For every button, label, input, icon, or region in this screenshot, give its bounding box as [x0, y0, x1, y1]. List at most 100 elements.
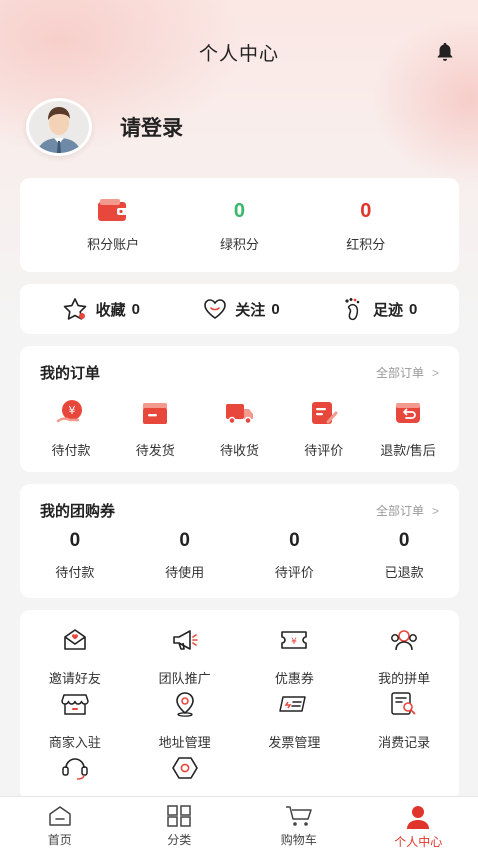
tab-cart-label: 购物车 — [280, 833, 317, 847]
order-pending-shipment[interactable]: 待发货 — [116, 398, 194, 459]
service-merchant-join[interactable]: 商家入驻 — [20, 690, 130, 754]
invoice-icon — [279, 690, 309, 718]
red-points-value: 0 — [360, 199, 372, 222]
coupon-pending-payment[interactable]: 0 待付款 — [20, 530, 130, 581]
cart-icon — [285, 806, 312, 826]
chevron-right-icon: > — [431, 365, 439, 380]
person-icon — [407, 806, 430, 829]
refund-icon — [394, 398, 422, 428]
service-invite-friends[interactable]: 邀请好友 — [20, 626, 130, 690]
tab-home-label: 首页 — [47, 833, 72, 847]
all-orders-link-label: 全部订单 — [375, 365, 424, 380]
tab-profile-label: 个人中心 — [394, 835, 443, 849]
tab-profile[interactable]: 个人中心 — [359, 797, 478, 850]
category-grid-icon — [167, 805, 191, 827]
order-pending-receipt-label: 待收货 — [219, 443, 259, 458]
service-coupons[interactable]: ¥ 优惠券 — [240, 626, 350, 690]
services-card: 邀请好友 团队推广 ¥ 优惠券 我的拼单 商家入驻 地址管理 发票管理 消费记录 — [20, 610, 459, 800]
my-group-coupons-title: 我的团购券 — [40, 502, 116, 520]
coupon-pending-review[interactable]: 0 待评价 — [240, 530, 350, 581]
order-status-row: ¥ 待付款 待发货 待收货 待评价 退款/售后 — [20, 398, 459, 459]
green-points[interactable]: 0 绿积分 — [184, 198, 294, 253]
service-consumption-records[interactable]: 消费记录 — [349, 690, 459, 754]
coupon-refunded-count: 0 — [398, 530, 410, 551]
svg-text:¥: ¥ — [292, 637, 298, 647]
order-pending-review-label: 待评价 — [304, 443, 344, 458]
profile-section: 请登录 — [26, 98, 183, 156]
service-team-promotion[interactable]: 团队推广 — [130, 626, 240, 690]
favorites-follow-count: 0 — [271, 300, 280, 318]
coupon-to-use-label: 待使用 — [165, 565, 205, 580]
favorites-follow-label: 关注 — [235, 301, 266, 319]
red-points-label: 红积分 — [346, 236, 386, 252]
wallet-icon — [97, 198, 129, 224]
my-orders-title: 我的订单 — [40, 364, 101, 382]
favorites-collect-label: 收藏 — [95, 301, 126, 319]
order-pending-payment[interactable]: ¥ 待付款 — [32, 398, 110, 459]
order-pending-review[interactable]: 待评价 — [285, 398, 363, 459]
megaphone-icon — [171, 626, 199, 654]
points-card: 积分账户 0 绿积分 0 红积分 — [20, 178, 459, 272]
tab-category[interactable]: 分类 — [120, 797, 240, 850]
avatar-icon[interactable] — [26, 98, 92, 156]
settings-icon — [171, 754, 199, 782]
order-refund-aftersale[interactable]: 退款/售后 — [369, 398, 447, 459]
package-icon — [141, 398, 169, 428]
location-icon — [172, 690, 198, 718]
favorites-footprint[interactable]: 足迹 0 — [343, 297, 417, 321]
top-bar: 个人中心 — [0, 30, 478, 74]
service-invoice-management[interactable]: 发票管理 — [240, 690, 350, 754]
services-grid: 邀请好友 团队推广 ¥ 优惠券 我的拼单 商家入驻 地址管理 发票管理 消费记录 — [20, 626, 459, 818]
favorites-collect[interactable]: 收藏 0 — [62, 297, 140, 321]
record-search-icon — [390, 690, 418, 718]
chevron-right-icon: > — [431, 503, 439, 518]
service-group-orders[interactable]: 我的拼单 — [349, 626, 459, 690]
group-order-icon — [389, 626, 419, 654]
my-group-coupons-card: 我的团购券 全部订单 > 0 待付款 0 待使用 0 待评价 0 已退款 — [20, 484, 459, 598]
points-account[interactable]: 积分账户 — [58, 198, 168, 253]
star-icon — [63, 298, 86, 320]
favorites-card: 收藏 0 关注 0 足迹 0 — [20, 284, 459, 334]
tab-category-label: 分类 — [167, 833, 192, 847]
coupon-to-use[interactable]: 0 待使用 — [130, 530, 240, 581]
my-orders-card: 我的订单 全部订单 > ¥ 待付款 待发货 待收货 待评价 退款/售后 — [20, 346, 459, 472]
coupon-status-row: 0 待付款 0 待使用 0 待评价 0 已退款 — [20, 530, 459, 581]
order-pending-shipment-label: 待发货 — [135, 443, 175, 458]
all-orders-link[interactable]: 全部订单 > — [376, 364, 439, 381]
footprint-icon — [345, 298, 360, 321]
all-coupon-orders-link[interactable]: 全部订单 > — [376, 502, 439, 519]
order-pending-payment-label: 待付款 — [51, 443, 91, 458]
payment-icon: ¥ — [56, 398, 86, 428]
coupon-refunded[interactable]: 0 已退款 — [349, 530, 459, 581]
service-address-management-label: 地址管理 — [158, 735, 211, 750]
coupon-icon: ¥ — [280, 626, 308, 654]
order-refund-aftersale-label: 退款/售后 — [380, 443, 436, 458]
favorites-footprint-count: 0 — [408, 300, 418, 318]
invite-envelope-icon — [62, 626, 88, 654]
bell-icon[interactable] — [434, 41, 456, 63]
tab-cart[interactable]: 购物车 — [239, 797, 359, 850]
favorites-follow[interactable]: 关注 0 — [203, 298, 280, 320]
login-link[interactable]: 请登录 — [120, 112, 183, 142]
customer-service-icon — [61, 754, 89, 782]
coupon-pending-payment-count: 0 — [69, 530, 81, 551]
service-consumption-records-label: 消费记录 — [378, 735, 431, 750]
red-points[interactable]: 0 红积分 — [311, 198, 421, 253]
my-group-coupons-header: 我的团购券 全部订单 > — [20, 484, 459, 536]
coupon-pending-payment-label: 待付款 — [55, 565, 95, 580]
points-account-label: 积分账户 — [87, 236, 140, 252]
service-group-orders-label: 我的拼单 — [378, 671, 431, 686]
coupon-pending-review-label: 待评价 — [274, 565, 314, 580]
review-icon — [310, 398, 338, 428]
service-invite-friends-label: 邀请好友 — [48, 671, 101, 686]
bottom-tab-bar: 首页 分类 购物车 个人中心 — [0, 796, 478, 850]
green-points-label: 绿积分 — [219, 236, 259, 252]
svg-text:¥: ¥ — [69, 404, 76, 417]
home-icon — [49, 806, 71, 826]
tab-home[interactable]: 首页 — [0, 797, 120, 850]
favorites-footprint-label: 足迹 — [372, 301, 403, 319]
service-address-management[interactable]: 地址管理 — [130, 690, 240, 754]
coupon-refunded-label: 已退款 — [384, 565, 424, 580]
order-pending-receipt[interactable]: 待收货 — [201, 398, 279, 459]
green-points-value: 0 — [233, 199, 246, 222]
